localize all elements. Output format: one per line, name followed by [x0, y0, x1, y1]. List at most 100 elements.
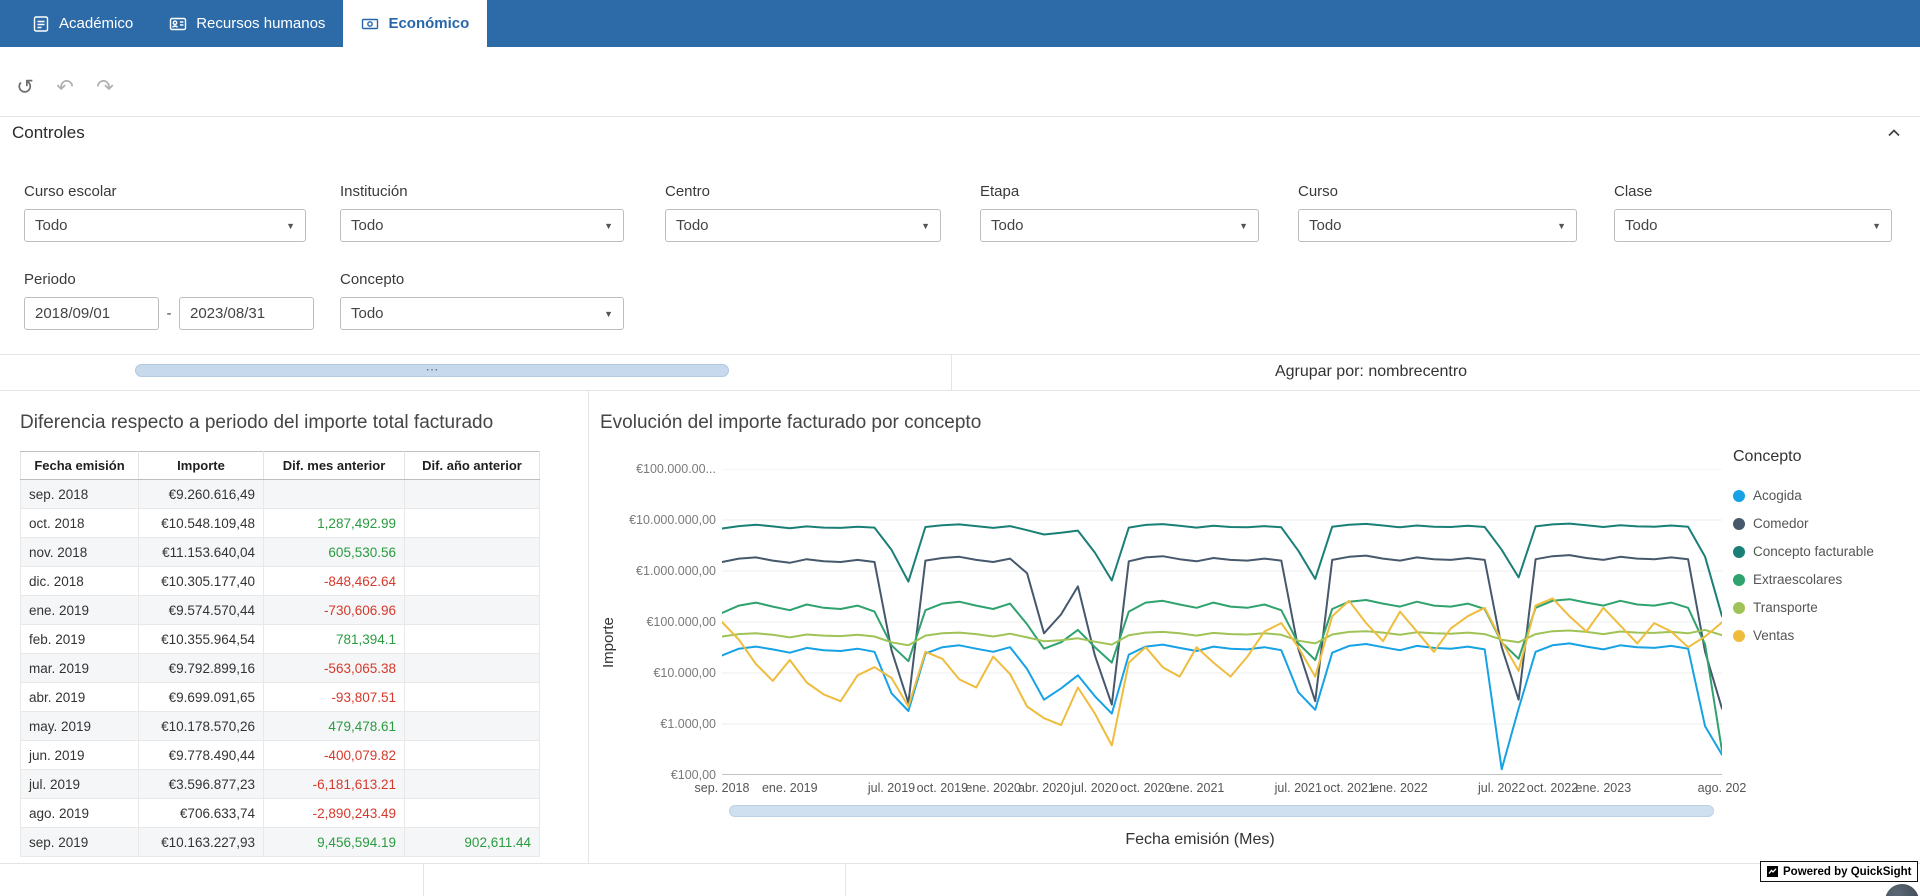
divider: [0, 116, 1920, 117]
period-start-input[interactable]: [24, 297, 159, 330]
powered-by-quicksight-badge[interactable]: Powered by QuickSight: [1760, 861, 1918, 882]
x-axis-label: ene. 2022: [1372, 781, 1428, 795]
dropdown-institucion[interactable]: Todo ▼: [340, 209, 624, 242]
table-row: nov. 2018€11.153.640,04605,530.56: [21, 538, 540, 567]
table-row: ene. 2019€9.574.570,44-730,606.96: [21, 596, 540, 625]
legend-item-transporte[interactable]: Transporte: [1733, 600, 1918, 615]
chevron-down-icon: ▼: [921, 221, 930, 231]
clipboard-check-icon: [32, 15, 50, 33]
series-line-ventas[interactable]: [722, 598, 1722, 745]
reset-icon[interactable]: ↺: [10, 72, 40, 102]
tab-recursos-humanos[interactable]: Recursos humanos: [151, 0, 343, 47]
id-card-icon: [169, 15, 187, 33]
dropdown-value: Todo: [351, 217, 384, 234]
chevron-down-icon: ▼: [604, 221, 613, 231]
legend-label: Comedor: [1753, 516, 1809, 531]
diff-table: Fecha emisiónImporteDif. mes anteriorDif…: [20, 451, 540, 857]
cell-fecha: oct. 2018: [21, 509, 139, 538]
chevron-up-icon[interactable]: [1882, 122, 1906, 146]
legend-item-comedor[interactable]: Comedor: [1733, 516, 1918, 531]
table-row: dic. 2018€10.305.177,40-848,462.64: [21, 567, 540, 596]
dropdown-value: Todo: [676, 217, 709, 234]
group-by-label: Agrupar por: nombrecentro: [951, 363, 1791, 381]
dropdown-etapa[interactable]: Todo▼: [980, 209, 1259, 242]
table-row: mar. 2019€9.792.899,16-563,065.38: [21, 654, 540, 683]
x-axis-label: ago. 202: [1698, 781, 1747, 795]
cell-dif-ano: [405, 712, 540, 741]
filter-label: Curso: [1298, 183, 1577, 200]
dropdown-curso-escolar[interactable]: Todo▼: [24, 209, 306, 242]
cell-dif-mes: [264, 480, 405, 509]
y-axis-label: €10.000,00: [560, 665, 716, 681]
column-header-fecha-emision[interactable]: Fecha emisión: [21, 452, 139, 480]
legend-item-concepto-facturable[interactable]: Concepto facturable: [1733, 544, 1918, 559]
cell-importe: €10.178.570,26: [139, 712, 264, 741]
legend-label: Extraescolares: [1753, 572, 1842, 587]
x-axis-label: jul. 2020: [1071, 781, 1118, 795]
series-line-comedor[interactable]: [722, 555, 1722, 709]
period-end-input[interactable]: [179, 297, 314, 330]
legend-label: Concepto facturable: [1753, 544, 1874, 559]
column-header-importe[interactable]: Importe: [139, 452, 264, 480]
filter-clase: ClaseTodo▼: [1614, 183, 1892, 242]
cell-fecha: nov. 2018: [21, 538, 139, 567]
tab-economico[interactable]: Económico: [343, 0, 487, 47]
column-header-dif-ano-anterior[interactable]: Dif. año anterior: [405, 452, 540, 480]
cell-dif-ano: [405, 625, 540, 654]
tab-academico[interactable]: Académico: [14, 0, 151, 47]
chart-horizontal-scrollbar[interactable]: [729, 805, 1714, 817]
divider: [0, 354, 1920, 355]
horizontal-scrollbar[interactable]: ⋯: [135, 364, 729, 377]
dropdown-clase[interactable]: Todo▼: [1614, 209, 1892, 242]
cell-dif-mes: -848,462.64: [264, 567, 405, 596]
legend-item-extraescolares[interactable]: Extraescolares: [1733, 572, 1918, 587]
cell-importe: €10.355.964,54: [139, 625, 264, 654]
chevron-down-icon: ▼: [604, 309, 613, 319]
chart-legend: Concepto AcogidaComedorConcepto facturab…: [1733, 448, 1918, 656]
cell-fecha: may. 2019: [21, 712, 139, 741]
line-chart[interactable]: [722, 469, 1722, 775]
column-header-dif-mes-anterior[interactable]: Dif. mes anterior: [264, 452, 405, 480]
cell-dif-mes: 9,456,594.19: [264, 828, 405, 857]
filter-institucion: InstituciónTodo▼: [340, 183, 624, 242]
series-line-concepto-facturable[interactable]: [722, 524, 1722, 617]
x-axis-label: ene. 2020: [965, 781, 1021, 795]
cell-dif-mes: 781,394.1: [264, 625, 405, 654]
dropdown-value: Todo: [35, 217, 68, 234]
cell-fecha: jun. 2019: [21, 741, 139, 770]
cell-fecha: jul. 2019: [21, 770, 139, 799]
legend-dot: [1733, 546, 1745, 558]
chart-panel-title: Evolución del importe facturado por conc…: [600, 412, 981, 434]
cell-fecha: sep. 2018: [21, 480, 139, 509]
cell-dif-ano: [405, 770, 540, 799]
legend-item-ventas[interactable]: Ventas: [1733, 628, 1918, 643]
filter-curso-escolar: Curso escolarTodo▼: [24, 183, 306, 242]
legend-dot: [1733, 490, 1745, 502]
dropdown-centro[interactable]: Todo ▼: [665, 209, 941, 242]
filter-label: Periodo: [24, 271, 314, 288]
undo-icon[interactable]: ↶: [50, 72, 80, 102]
cell-fecha: ene. 2019: [21, 596, 139, 625]
tab-bar: AcadémicoRecursos humanosEconómico: [0, 0, 1920, 47]
filter-label: Centro: [665, 183, 941, 200]
cell-dif-ano: [405, 683, 540, 712]
legend-label: Acogida: [1753, 488, 1802, 503]
quicksight-mascot-button[interactable]: [1885, 884, 1919, 896]
panel-divider: [423, 864, 424, 896]
y-axis-label: €1.000,00: [560, 716, 716, 732]
cell-dif-ano: 902,611.44: [405, 828, 540, 857]
x-axis-label: sep. 2018: [695, 781, 750, 795]
filter-label: Concepto: [340, 271, 624, 288]
dropdown-concepto[interactable]: Todo▼: [340, 297, 624, 330]
cell-dif-ano: [405, 538, 540, 567]
dropdown-curso[interactable]: Todo▼: [1298, 209, 1577, 242]
cell-dif-ano: [405, 654, 540, 683]
legend-item-acogida[interactable]: Acogida: [1733, 488, 1918, 503]
series-line-acogida[interactable]: [722, 643, 1722, 769]
redo-icon[interactable]: ↷: [90, 72, 120, 102]
x-axis-label: jul. 2022: [1478, 781, 1525, 795]
legend-label: Transporte: [1753, 600, 1818, 615]
cell-dif-ano: [405, 509, 540, 538]
cell-importe: €9.260.616,49: [139, 480, 264, 509]
cell-importe: €706.633,74: [139, 799, 264, 828]
